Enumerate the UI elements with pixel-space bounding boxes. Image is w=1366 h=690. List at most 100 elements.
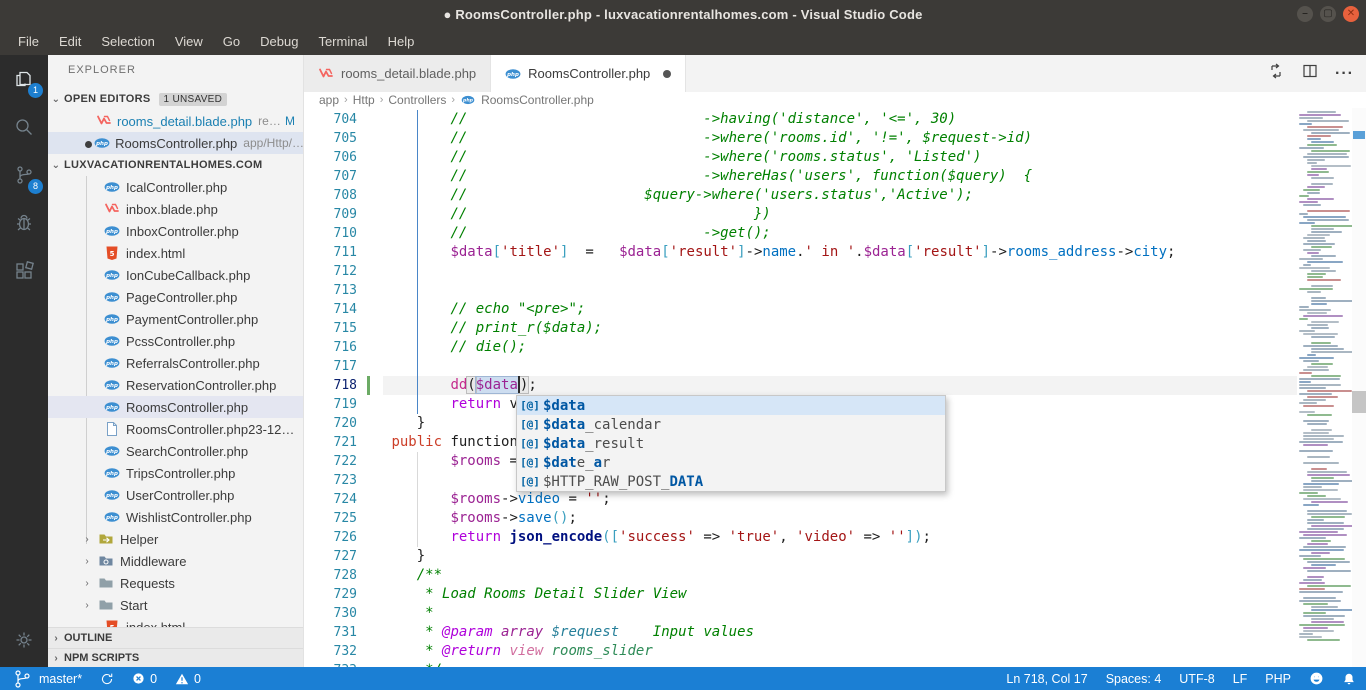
status-feedback[interactable] [1309, 667, 1324, 690]
activity-search[interactable] [0, 103, 48, 151]
breadcrumb-item[interactable]: Http [353, 93, 375, 107]
tree-item-wishlistcontroller-php[interactable]: phpWishlistController.php [48, 506, 304, 528]
status-master-[interactable]: master* [10, 667, 82, 690]
suggest-item[interactable]: [@]$HTTP_RAW_POST_DATA [517, 472, 945, 491]
tree-item-ioncubecallback-php[interactable]: phpIonCubeCallback.php [48, 264, 304, 286]
breadcrumb[interactable]: app›Http›Controllers›phpRoomsController.… [304, 92, 1366, 108]
status-encoding[interactable]: UTF-8 [1179, 667, 1214, 690]
workspace-root-header[interactable]: ⌄ LUXVACATIONRENTALHOMES.COM [48, 154, 304, 176]
code-line-713[interactable]: 713 [304, 281, 1366, 300]
menu-edit[interactable]: Edit [49, 28, 91, 55]
code-line-718[interactable]: 718 dd($data); [304, 376, 1366, 395]
dirty-indicator[interactable] [82, 136, 94, 151]
tree-item-icalcontroller-php[interactable]: phpIcalController.php [48, 176, 304, 198]
open-editor-item[interactable]: phpRoomsController.phpapp/Http/… [48, 132, 304, 154]
code-line-728[interactable]: 728 /** [304, 566, 1366, 585]
code-editor[interactable]: 704 // ->having('distance', '<=', 30)705… [304, 108, 1366, 667]
tree-item-index-html[interactable]: 5index.html [48, 616, 304, 627]
status-0[interactable]: 0 [175, 667, 201, 690]
split-editor-button[interactable] [1301, 62, 1319, 85]
tab-dirty-dot[interactable] [663, 70, 671, 78]
code-line-732[interactable]: 732 * @return view rooms_slider [304, 642, 1366, 661]
tree-item-referralscontroller-php[interactable]: phpReferralsController.php [48, 352, 304, 374]
maximize-button[interactable]: ▢ [1320, 6, 1336, 22]
code-line-726[interactable]: 726 return json_encode(['success' => 'tr… [304, 528, 1366, 547]
status-indentation[interactable]: Spaces: 4 [1106, 667, 1162, 690]
menu-file[interactable]: File [8, 28, 49, 55]
code-line-712[interactable]: 712 [304, 262, 1366, 281]
tree-item-middleware[interactable]: ›Middleware [48, 550, 304, 572]
code-line-727[interactable]: 727 } [304, 547, 1366, 566]
tree-item-searchcontroller-php[interactable]: phpSearchController.php [48, 440, 304, 462]
minimize-button[interactable]: – [1297, 6, 1313, 22]
intellisense-suggest-widget[interactable]: [@]$data[@]$data_calendar[@]$data_result… [516, 395, 946, 492]
menu-debug[interactable]: Debug [250, 28, 308, 55]
code-line-724[interactable]: 724 $rooms->video = ''; [304, 490, 1366, 509]
tree-item-requests[interactable]: ›Requests [48, 572, 304, 594]
menu-go[interactable]: Go [213, 28, 250, 55]
code-line-707[interactable]: 707 // ->whereHas('users', function($que… [304, 167, 1366, 186]
status-eol[interactable]: LF [1233, 667, 1248, 690]
tree-item-paymentcontroller-php[interactable]: phpPaymentController.php [48, 308, 304, 330]
tab-rooms-detail-blade-php[interactable]: rooms_detail.blade.php [304, 55, 491, 92]
status-notifications[interactable] [1342, 667, 1356, 690]
code-line-709[interactable]: 709 // }) [304, 205, 1366, 224]
tab-roomscontroller-php[interactable]: phpRoomsController.php [491, 55, 686, 92]
tree-item-pcsscontroller-php[interactable]: phpPcssController.php [48, 330, 304, 352]
code-line-725[interactable]: 725 $rooms->save(); [304, 509, 1366, 528]
menu-selection[interactable]: Selection [91, 28, 164, 55]
tree-item-start[interactable]: ›Start [48, 594, 304, 616]
status-language-mode[interactable]: PHP [1265, 667, 1291, 690]
tree-item-roomscontroller-php[interactable]: phpRoomsController.php [48, 396, 304, 418]
suggest-item[interactable]: [@]$data_result [517, 434, 945, 453]
code-line-708[interactable]: 708 // $query->where('users.status','Act… [304, 186, 1366, 205]
activity-explorer[interactable]: 1 [0, 55, 48, 103]
tree-item-inboxcontroller-php[interactable]: phpInboxController.php [48, 220, 304, 242]
tree-item-reservationcontroller-php[interactable]: phpReservationController.php [48, 374, 304, 396]
breadcrumb-item[interactable]: Controllers [388, 93, 446, 107]
suggest-item[interactable]: [@]$data [517, 396, 945, 415]
close-button[interactable]: ✕ [1343, 6, 1359, 22]
overview-ruler[interactable] [1352, 108, 1366, 667]
suggest-item[interactable]: [@]$data_calendar [517, 415, 945, 434]
open-editor-item[interactable]: rooms_detail.blade.phpre…M [48, 110, 304, 132]
scrollbar-thumb[interactable] [1352, 391, 1366, 413]
status-cursor-position[interactable]: Ln 718, Col 17 [1006, 667, 1087, 690]
minimap[interactable] [1297, 108, 1352, 667]
status-sync-icon[interactable] [100, 667, 114, 690]
settings-button[interactable] [0, 619, 48, 661]
activity-source-control[interactable]: 8 [0, 151, 48, 199]
code-line-705[interactable]: 705 // ->where('rooms.id', '!=', $reques… [304, 129, 1366, 148]
tree-item-usercontroller-php[interactable]: phpUserController.php [48, 484, 304, 506]
code-line-715[interactable]: 715 // print_r($data); [304, 319, 1366, 338]
tree-item-helper[interactable]: ›Helper [48, 528, 304, 550]
code-line-704[interactable]: 704 // ->having('distance', '<=', 30) [304, 110, 1366, 129]
menu-help[interactable]: Help [378, 28, 425, 55]
activity-extensions[interactable] [0, 247, 48, 295]
menu-view[interactable]: View [165, 28, 213, 55]
tree-item-roomscontroller-php23-12-[interactable]: RoomsController.php23-12… [48, 418, 304, 440]
code-line-731[interactable]: 731 * @param array $request Input values [304, 623, 1366, 642]
outline-section-header[interactable]: › OUTLINE [48, 627, 304, 648]
code-line-706[interactable]: 706 // ->where('rooms.status', 'Listed') [304, 148, 1366, 167]
more-actions-button[interactable]: ··· [1335, 65, 1354, 83]
code-line-714[interactable]: 714 // echo "<pre>"; [304, 300, 1366, 319]
npm-scripts-section-header[interactable]: › NPM SCRIPTS [48, 648, 304, 667]
open-changes-button[interactable] [1267, 62, 1285, 85]
code-line-730[interactable]: 730 * [304, 604, 1366, 623]
code-line-710[interactable]: 710 // ->get(); [304, 224, 1366, 243]
tree-item-inbox-blade-php[interactable]: inbox.blade.php [48, 198, 304, 220]
open-editors-header[interactable]: ⌄ OPEN EDITORS 1 UNSAVED [48, 88, 304, 110]
tree-item-pagecontroller-php[interactable]: phpPageController.php [48, 286, 304, 308]
tree-item-index-html[interactable]: 5index.html [48, 242, 304, 264]
status-0[interactable]: 0 [132, 667, 157, 690]
code-line-717[interactable]: 717 [304, 357, 1366, 376]
activity-debug[interactable] [0, 199, 48, 247]
code-line-716[interactable]: 716 // die(); [304, 338, 1366, 357]
tree-item-tripscontroller-php[interactable]: phpTripsController.php [48, 462, 304, 484]
code-line-729[interactable]: 729 * Load Rooms Detail Slider View [304, 585, 1366, 604]
menu-terminal[interactable]: Terminal [308, 28, 377, 55]
code-line-711[interactable]: 711 $data['title'] = $data['result']->na… [304, 243, 1366, 262]
suggest-item[interactable]: [@]$date_ar [517, 453, 945, 472]
breadcrumb-file[interactable]: RoomsController.php [481, 93, 594, 107]
